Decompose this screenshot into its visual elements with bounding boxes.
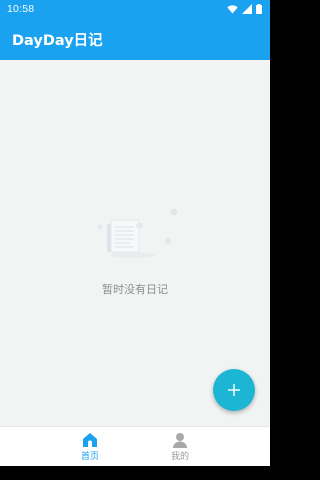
add-diary-button[interactable]	[213, 369, 255, 411]
status-bar: 10:58	[0, 0, 270, 18]
nav-item-mine[interactable]: 我的	[150, 427, 210, 467]
home-icon	[83, 433, 97, 447]
nav-label-home: 首页	[80, 452, 99, 462]
empty-state-message: 暂时没有日记	[102, 283, 168, 296]
signal-icon	[242, 4, 252, 14]
nav-item-home[interactable]: 首页	[60, 427, 120, 467]
nav-label-mine: 我的	[170, 452, 189, 462]
empty-state: 暂时没有日记	[0, 205, 270, 297]
empty-diary-illustration	[97, 208, 178, 258]
battery-icon	[256, 4, 262, 14]
status-icons	[227, 4, 262, 14]
app-bar: DayDay日记	[0, 18, 270, 60]
wifi-icon	[227, 4, 238, 14]
bottom-navigation: 首页 我的	[0, 426, 270, 466]
person-icon	[173, 433, 187, 448]
status-time: 10:58	[7, 3, 35, 15]
system-navigation-bar	[0, 466, 270, 480]
app-screen: 10:58 DayDay日记 暂时没有日记 首页 我的	[0, 0, 270, 480]
app-title: DayDay日记	[12, 32, 103, 49]
plus-icon	[228, 384, 240, 396]
